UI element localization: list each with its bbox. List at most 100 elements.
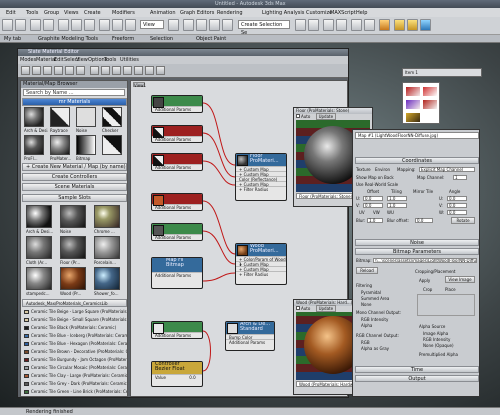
map-node[interactable]: Additional Params <box>151 223 203 241</box>
material-thumbnail[interactable] <box>102 107 122 127</box>
menu-views[interactable]: Views <box>64 10 78 16</box>
select-tool-icon[interactable] <box>21 66 30 75</box>
sample-slot-thumbnail[interactable] <box>26 236 52 259</box>
material-thumbnail[interactable] <box>50 135 70 155</box>
select-object-icon[interactable] <box>58 19 69 31</box>
section-sample-slots[interactable]: Sample Slots <box>22 194 127 202</box>
auto-checkbox[interactable] <box>296 306 300 310</box>
menu-lighting-analysis[interactable]: Lighting Analysis <box>262 10 304 16</box>
map-name-field[interactable]: Map #1 (LightWoodFloorNN-Diffuse.jpg) <box>355 132 479 139</box>
noise-rollout[interactable]: Noise <box>355 239 479 246</box>
rgb-intensity-radio[interactable]: RGB Intensity <box>361 317 388 322</box>
ribbon-tab-my-tab[interactable]: My tab <box>4 36 21 42</box>
sample-slot-thumbnail[interactable] <box>94 267 120 290</box>
material-thumbnail[interactable] <box>76 135 96 155</box>
node-row[interactable]: + Color/Param of Wood 1 <box>236 256 286 267</box>
wu-radio[interactable]: WU <box>387 210 394 215</box>
rotate-icon[interactable] <box>112 19 123 31</box>
map-node[interactable]: Additional Params <box>151 193 203 211</box>
rotate-button[interactable]: Rotate <box>451 217 475 224</box>
sme-menu-view[interactable]: View <box>76 57 88 63</box>
v-angle-field[interactable]: 0.0 <box>447 203 467 208</box>
reference-coord-dropdown[interactable]: View <box>140 20 164 29</box>
map-fil-node[interactable]: Map Fil Bitmap Additional Params <box>151 257 203 289</box>
menu-edit[interactable]: Edit <box>6 10 16 16</box>
named-selection-dropdown[interactable]: Create Selection Se <box>238 20 290 36</box>
viewport-item-field[interactable]: Item 1 <box>402 68 482 77</box>
pyramidal-radio[interactable]: Pyramidal <box>361 290 381 295</box>
region-select-icon[interactable] <box>84 19 95 31</box>
material-map-navigator-icon[interactable] <box>134 66 143 75</box>
render-frame-icon[interactable] <box>407 19 418 31</box>
library-item[interactable]: Ceramic Tile Beige - Small Square (ProMa… <box>24 317 127 323</box>
show-map-back-checkbox[interactable]: Show Map on Back <box>356 175 394 180</box>
texture-radio[interactable]: Texture <box>356 167 371 172</box>
menu-create[interactable]: Create <box>84 10 101 16</box>
library-item[interactable]: Ceramic Tile Green - Line Brick (ProMate… <box>24 389 127 395</box>
sample-slot-thumbnail[interactable] <box>26 267 52 290</box>
undo-icon[interactable] <box>2 19 13 31</box>
menu-rendering[interactable]: Rendering <box>217 10 243 16</box>
rgb-intensity-alpha-radio[interactable]: RGB Intensity <box>423 337 450 342</box>
node-row[interactable]: + Filter Radius <box>236 271 286 277</box>
menu-maxscript[interactable]: MAXScript <box>330 10 356 16</box>
sample-slot-thumbnail[interactable] <box>60 236 86 259</box>
map-channel-field[interactable]: 1 <box>453 175 467 180</box>
section-create-controllers[interactable]: Create Controllers <box>22 173 127 181</box>
material-thumbnail[interactable] <box>102 135 122 155</box>
sample-slot-thumbnail[interactable] <box>94 236 120 259</box>
menu-customize[interactable]: Customize <box>306 10 332 16</box>
layer-icon[interactable] <box>323 19 334 31</box>
real-world-checkbox[interactable]: Use Real-World Scale <box>356 182 398 187</box>
sme-menu-edit[interactable]: Edit <box>54 57 64 63</box>
ribbon-tab-freeform[interactable]: Freeform <box>112 36 134 42</box>
blur-field[interactable]: 1.0 <box>367 218 383 223</box>
u-offset-field[interactable]: 0.0 <box>363 196 383 201</box>
ribbon-tab-object-paint[interactable]: Object Paint <box>196 36 226 42</box>
move-icon[interactable] <box>99 19 110 31</box>
node-row[interactable]: Additional Params <box>226 339 274 345</box>
controller-node[interactable]: Controller Bezier Float Value 0.0 <box>151 361 203 387</box>
alpha-gray-radio[interactable]: Alpha as Gray <box>361 346 389 351</box>
wood-material-node[interactable]: Wood ProMateri... + Color/Param of Wood 1… <box>235 243 287 285</box>
w-angle-field[interactable]: 0.0 <box>447 210 467 215</box>
map-node[interactable]: Additional Params <box>151 321 203 339</box>
auto-checkbox[interactable] <box>296 114 300 118</box>
render-setup-icon[interactable] <box>394 19 405 31</box>
bitmap-path-button[interactable]: \\...\scenes\assets\images\LightWoodFloo… <box>373 258 477 263</box>
ribbon-tab-graphite-modeling-tools[interactable]: Graphite Modeling Tools <box>38 36 98 42</box>
sme-menu-utilities[interactable]: Utilities <box>120 57 139 63</box>
image-alpha-radio[interactable]: Image Alpha <box>423 331 448 336</box>
view-image-button[interactable]: View Image <box>445 276 475 283</box>
sample-slot-thumbnail[interactable] <box>60 267 86 290</box>
library-item[interactable]: Ceramic Tile Black (ProMaterials: Cerami… <box>24 325 127 331</box>
assign-material-icon[interactable] <box>43 66 52 75</box>
spinner-snap-icon[interactable] <box>222 19 233 31</box>
show-map-icon[interactable] <box>90 66 99 75</box>
pivot-icon[interactable] <box>168 19 179 31</box>
select-by-name-icon[interactable] <box>71 19 82 31</box>
library-item[interactable]: Ceramic Tile Beige - Large Square (ProMa… <box>24 309 127 315</box>
library-item[interactable]: Ceramic Tile Circular Mosaic (ProMateria… <box>24 365 127 371</box>
v-offset-field[interactable]: 0.0 <box>363 203 383 208</box>
select-link-icon[interactable] <box>30 19 41 31</box>
apply-checkbox[interactable]: Apply <box>419 278 430 283</box>
material-editor-icon[interactable] <box>379 19 390 31</box>
library-header[interactable]: Autodesk_Max/ProMaterials_CeramicsLib <box>22 299 127 307</box>
schematic-icon[interactable] <box>364 19 375 31</box>
curve-editor-icon[interactable] <box>351 19 362 31</box>
pick-material-icon[interactable] <box>32 66 41 75</box>
rgb-radio[interactable]: RGB <box>361 340 370 345</box>
mapping-dropdown[interactable]: Explicit Map Channel <box>419 167 475 172</box>
uv-radio[interactable]: UV <box>359 210 365 215</box>
environ-radio[interactable]: Environ <box>375 167 390 172</box>
material-thumbnail[interactable] <box>50 107 70 127</box>
menu-help[interactable]: Help <box>356 10 367 16</box>
ribbon-tab-selection[interactable]: Selection <box>150 36 173 42</box>
alpha-radio[interactable]: Alpha <box>361 323 372 328</box>
section-mr-materials[interactable]: mr Materials <box>22 98 127 106</box>
render-icon[interactable] <box>420 19 431 31</box>
crop-radio[interactable]: Crop <box>423 287 432 292</box>
menu-graph-editors[interactable]: Graph Editors <box>180 10 214 16</box>
summed-area-radio[interactable]: Summed Area <box>361 296 389 301</box>
